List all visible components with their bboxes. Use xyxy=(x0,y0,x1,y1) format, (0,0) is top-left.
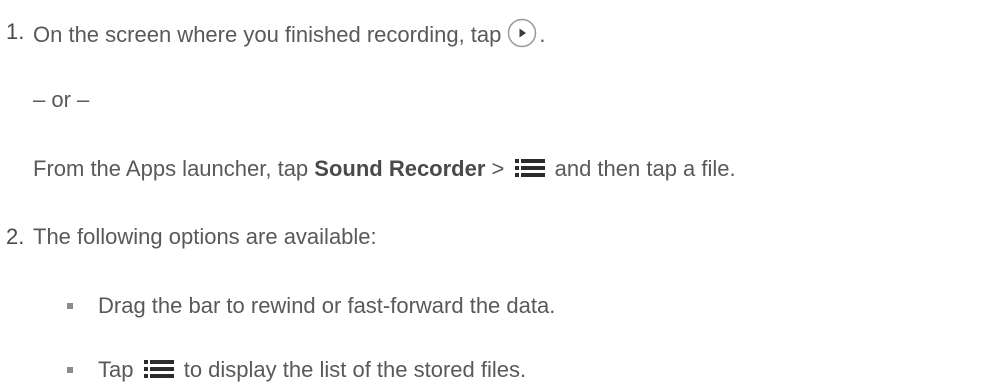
bullet-text: Tap to display the list of the stored fi… xyxy=(98,356,526,384)
alt-suffix: and then tap a file. xyxy=(548,156,736,181)
alt-prefix: From the Apps launcher, tap xyxy=(33,156,315,181)
alt-middle: > xyxy=(485,156,511,181)
or-text: – or – xyxy=(33,87,90,112)
step-2-text: The following options are available: xyxy=(33,224,377,249)
list-icon xyxy=(514,157,545,177)
bullet-suffix: to display the list of the stored files. xyxy=(177,357,527,382)
step-number: 2. xyxy=(6,224,25,249)
bullet-prefix: Tap xyxy=(98,357,140,382)
step-number: 1. xyxy=(6,19,25,44)
step-1-text-before: On the screen where you finished recordi… xyxy=(33,22,502,47)
step-1-alt-text: From the Apps launcher, tap Sound Record… xyxy=(33,155,736,183)
bullet-marker xyxy=(67,367,73,373)
play-icon xyxy=(507,18,537,48)
app-name: Sound Recorder xyxy=(314,156,486,181)
step-1-text: On the screen where you finished recordi… xyxy=(33,18,546,49)
bullet-text: Drag the bar to rewind or fast-forward t… xyxy=(98,293,556,318)
bullet-marker xyxy=(67,303,73,309)
list-icon xyxy=(143,358,174,378)
step-1-text-after: . xyxy=(539,22,546,47)
